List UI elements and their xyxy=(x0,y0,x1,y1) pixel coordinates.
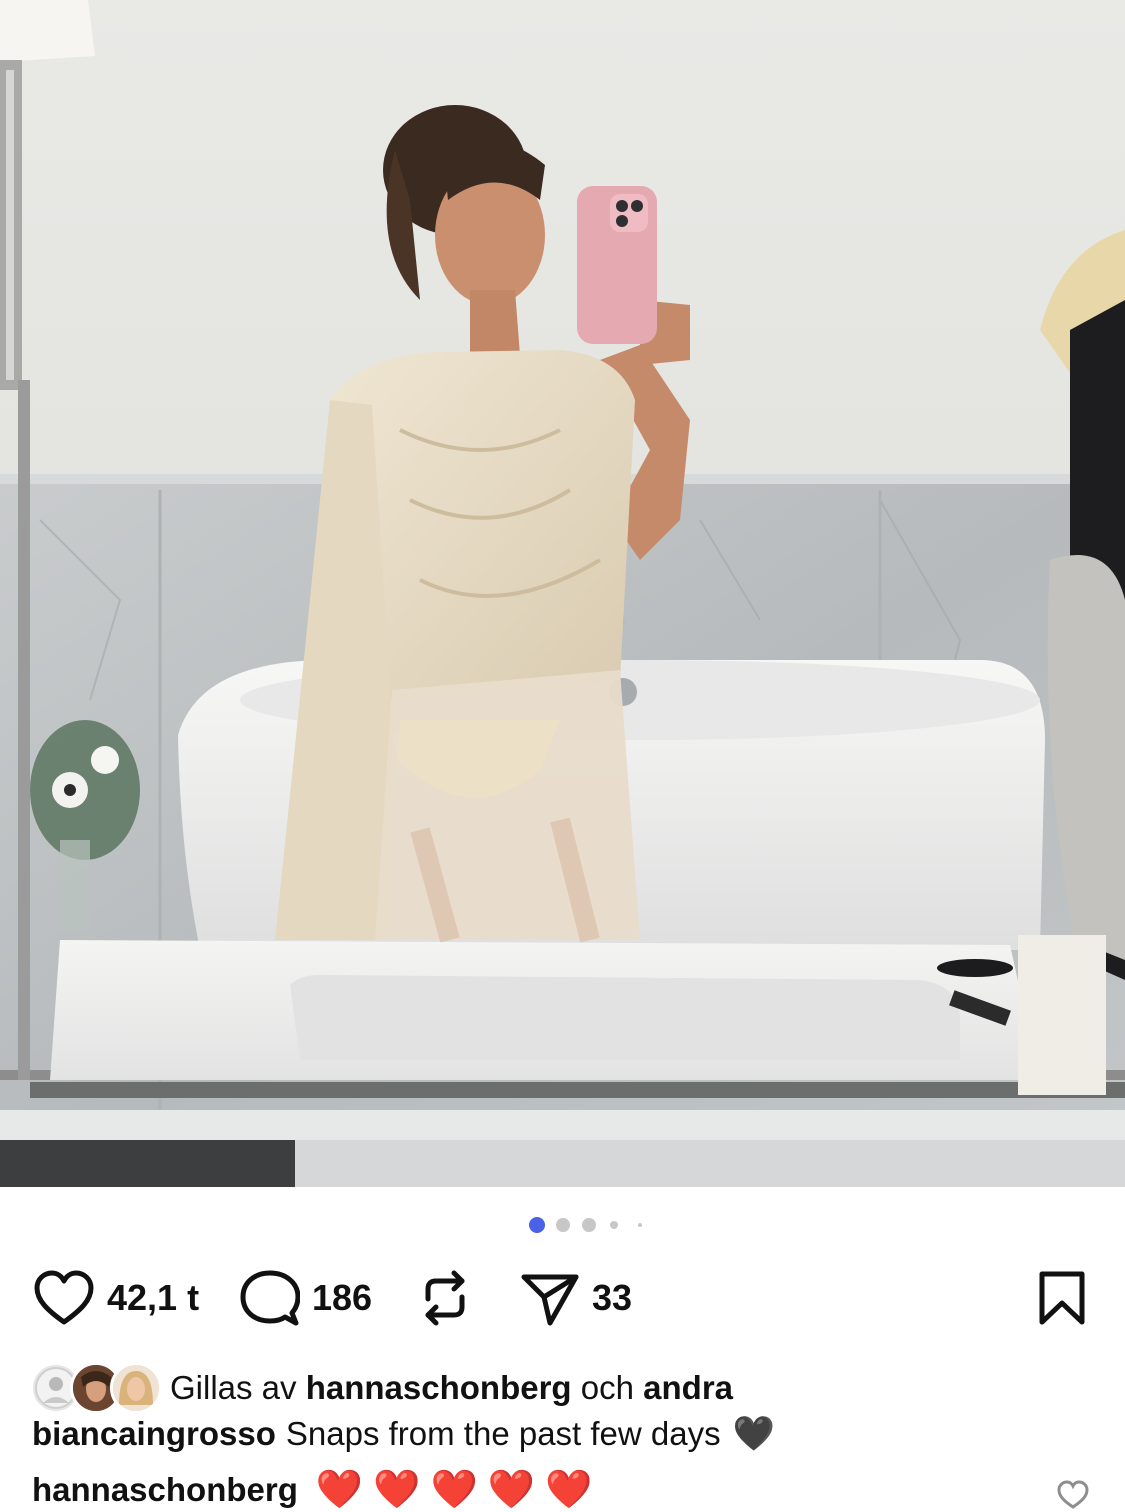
caption-text: Snaps from the past few days xyxy=(285,1415,721,1452)
author-username[interactable]: biancaingrosso xyxy=(32,1415,276,1453)
caption-emoji: 🖤 xyxy=(732,1415,775,1453)
liked-by-others-link[interactable]: andra xyxy=(643,1369,733,1406)
liked-by-row[interactable]: Gillas av hannaschonberg och andra xyxy=(30,1360,733,1416)
comment-like-icon[interactable] xyxy=(1056,1480,1090,1510)
comment-button[interactable]: 186 xyxy=(240,1262,372,1334)
liked-by-joiner: och xyxy=(580,1369,634,1406)
carousel-dot xyxy=(582,1218,596,1232)
post-action-bar: 42,1 t 186 33 xyxy=(0,1262,1125,1334)
post-image[interactable] xyxy=(0,0,1125,1187)
comment-username[interactable]: hannaschonberg xyxy=(32,1471,298,1509)
bookmark-icon xyxy=(1039,1271,1085,1325)
like-button[interactable]: 42,1 t xyxy=(33,1262,199,1334)
repost-button[interactable] xyxy=(418,1262,472,1334)
share-button[interactable]: 33 xyxy=(520,1262,632,1334)
liked-by-text[interactable]: Gillas av hannaschonberg och andra xyxy=(170,1369,733,1407)
liked-by-prefix: Gillas av xyxy=(170,1369,297,1406)
comment-count[interactable]: 186 xyxy=(312,1277,372,1319)
heart-outline-icon xyxy=(34,1270,94,1325)
like-count[interactable]: 42,1 t xyxy=(107,1277,199,1319)
paper-plane-icon xyxy=(521,1274,579,1326)
carousel-indicator xyxy=(0,1216,1125,1236)
repost-icon xyxy=(425,1270,465,1326)
share-count[interactable]: 33 xyxy=(592,1277,632,1319)
bathroom-mirror-selfie-image xyxy=(0,0,1125,1187)
carousel-dot xyxy=(610,1221,618,1229)
comment-text: ❤️❤️❤️❤️❤️ xyxy=(315,1469,603,1511)
carousel-dot xyxy=(638,1223,642,1227)
speech-bubble-icon xyxy=(240,1270,300,1326)
carousel-dot xyxy=(556,1218,570,1232)
save-button[interactable] xyxy=(1037,1262,1087,1334)
liked-by-username[interactable]: hannaschonberg xyxy=(306,1369,572,1406)
post-caption: biancaingrosso Snaps from the past few d… xyxy=(32,1414,775,1454)
liked-by-avatars[interactable] xyxy=(30,1361,164,1415)
avatar xyxy=(110,1362,162,1414)
comment-preview[interactable]: hannaschonberg ❤️❤️❤️❤️❤️ xyxy=(32,1468,602,1512)
carousel-dot-active xyxy=(529,1217,545,1233)
